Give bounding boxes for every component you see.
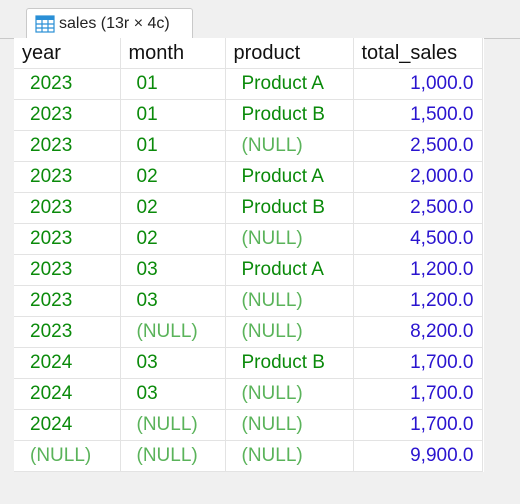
cell-month[interactable]: 03	[120, 378, 226, 410]
table-row[interactable]: 2023 03 (NULL) 1,200.0	[14, 285, 483, 317]
cell-year[interactable]: 2023	[14, 316, 121, 348]
table-row[interactable]: 2023 03 Product A 1,200.0	[14, 254, 483, 286]
cell-product[interactable]: Product A	[225, 161, 354, 193]
cell-product[interactable]: (NULL)	[225, 378, 354, 410]
column-header-total-sales[interactable]: total_sales	[353, 38, 483, 69]
table-row[interactable]: 2024 03 Product B 1,700.0	[14, 347, 483, 379]
cell-month[interactable]: 01	[120, 68, 226, 100]
cell-total-sales[interactable]: 2,500.0	[353, 130, 483, 162]
cell-total-sales[interactable]: 2,500.0	[353, 192, 483, 224]
table-body: 2023 01 Product A 1,000.0 2023 01 Product B 1,5…	[14, 68, 483, 472]
cell-month[interactable]: 01	[120, 99, 226, 131]
table-row[interactable]: 2023 01 (NULL) 2,500.0	[14, 130, 483, 162]
cell-year[interactable]: 2024	[14, 409, 121, 441]
cell-product[interactable]: (NULL)	[225, 440, 354, 472]
cell-month[interactable]: 02	[120, 192, 226, 224]
cell-total-sales[interactable]: 8,200.0	[353, 316, 483, 348]
header-row: year month product total_sales	[14, 38, 483, 69]
cell-month[interactable]: 02	[120, 223, 226, 255]
result-tab-label: sales (13r × 4c)	[59, 14, 170, 32]
table-row[interactable]: (NULL) (NULL) (NULL) 9,900.0	[14, 440, 483, 472]
cell-month[interactable]: (NULL)	[120, 316, 226, 348]
cell-product[interactable]: (NULL)	[225, 285, 354, 317]
table-row[interactable]: 2023 (NULL) (NULL) 8,200.0	[14, 316, 483, 348]
result-grid[interactable]: year month product total_sales 2023 01 Pro…	[14, 38, 484, 472]
cell-total-sales[interactable]: 1,000.0	[353, 68, 483, 100]
table-row[interactable]: 2024 03 (NULL) 1,700.0	[14, 378, 483, 410]
cell-month[interactable]: 01	[120, 130, 226, 162]
cell-year[interactable]: 2024	[14, 347, 121, 379]
cell-year[interactable]: 2023	[14, 285, 121, 317]
cell-year[interactable]: 2023	[14, 68, 121, 100]
cell-year[interactable]: 2023	[14, 192, 121, 224]
cell-year[interactable]: 2023	[14, 161, 121, 193]
cell-total-sales[interactable]: 4,500.0	[353, 223, 483, 255]
table-row[interactable]: 2023 02 Product A 2,000.0	[14, 161, 483, 193]
cell-year[interactable]: 2023	[14, 99, 121, 131]
cell-year[interactable]: 2023	[14, 223, 121, 255]
cell-total-sales[interactable]: 1,200.0	[353, 285, 483, 317]
cell-total-sales[interactable]: 9,900.0	[353, 440, 483, 472]
column-header-month[interactable]: month	[120, 38, 226, 69]
cell-total-sales[interactable]: 1,200.0	[353, 254, 483, 286]
cell-product[interactable]: (NULL)	[225, 223, 354, 255]
cell-product[interactable]: (NULL)	[225, 409, 354, 441]
cell-product[interactable]: (NULL)	[225, 316, 354, 348]
cell-month[interactable]: 03	[120, 254, 226, 286]
cell-product[interactable]: Product A	[225, 254, 354, 286]
cell-total-sales[interactable]: 1,700.0	[353, 409, 483, 441]
cell-year[interactable]: 2023	[14, 254, 121, 286]
cell-month[interactable]: 03	[120, 285, 226, 317]
column-header-year[interactable]: year	[14, 38, 121, 69]
cell-month[interactable]: 03	[120, 347, 226, 379]
result-table: year month product total_sales 2023 01 Pro…	[14, 38, 483, 472]
cell-month[interactable]: 02	[120, 161, 226, 193]
table-row[interactable]: 2023 02 (NULL) 4,500.0	[14, 223, 483, 255]
cell-year[interactable]: 2023	[14, 130, 121, 162]
cell-total-sales[interactable]: 2,000.0	[353, 161, 483, 193]
cell-product[interactable]: Product B	[225, 347, 354, 379]
cell-product[interactable]: Product B	[225, 192, 354, 224]
column-header-product[interactable]: product	[225, 38, 354, 69]
cell-year[interactable]: 2024	[14, 378, 121, 410]
cell-month[interactable]: (NULL)	[120, 409, 226, 441]
cell-product[interactable]: (NULL)	[225, 130, 354, 162]
table-row[interactable]: 2023 02 Product B 2,500.0	[14, 192, 483, 224]
cell-total-sales[interactable]: 1,700.0	[353, 347, 483, 379]
table-grid-icon	[35, 14, 55, 34]
table-row[interactable]: 2023 01 Product A 1,000.0	[14, 68, 483, 100]
cell-total-sales[interactable]: 1,500.0	[353, 99, 483, 131]
result-tab-bar: sales (13r × 4c)	[0, 0, 520, 39]
result-tab-sales[interactable]: sales (13r × 4c)	[26, 8, 193, 38]
table-row[interactable]: 2023 01 Product B 1,500.0	[14, 99, 483, 131]
table-row[interactable]: 2024 (NULL) (NULL) 1,700.0	[14, 409, 483, 441]
cell-total-sales[interactable]: 1,700.0	[353, 378, 483, 410]
cell-month[interactable]: (NULL)	[120, 440, 226, 472]
cell-product[interactable]: Product A	[225, 68, 354, 100]
cell-year[interactable]: (NULL)	[14, 440, 121, 472]
cell-product[interactable]: Product B	[225, 99, 354, 131]
